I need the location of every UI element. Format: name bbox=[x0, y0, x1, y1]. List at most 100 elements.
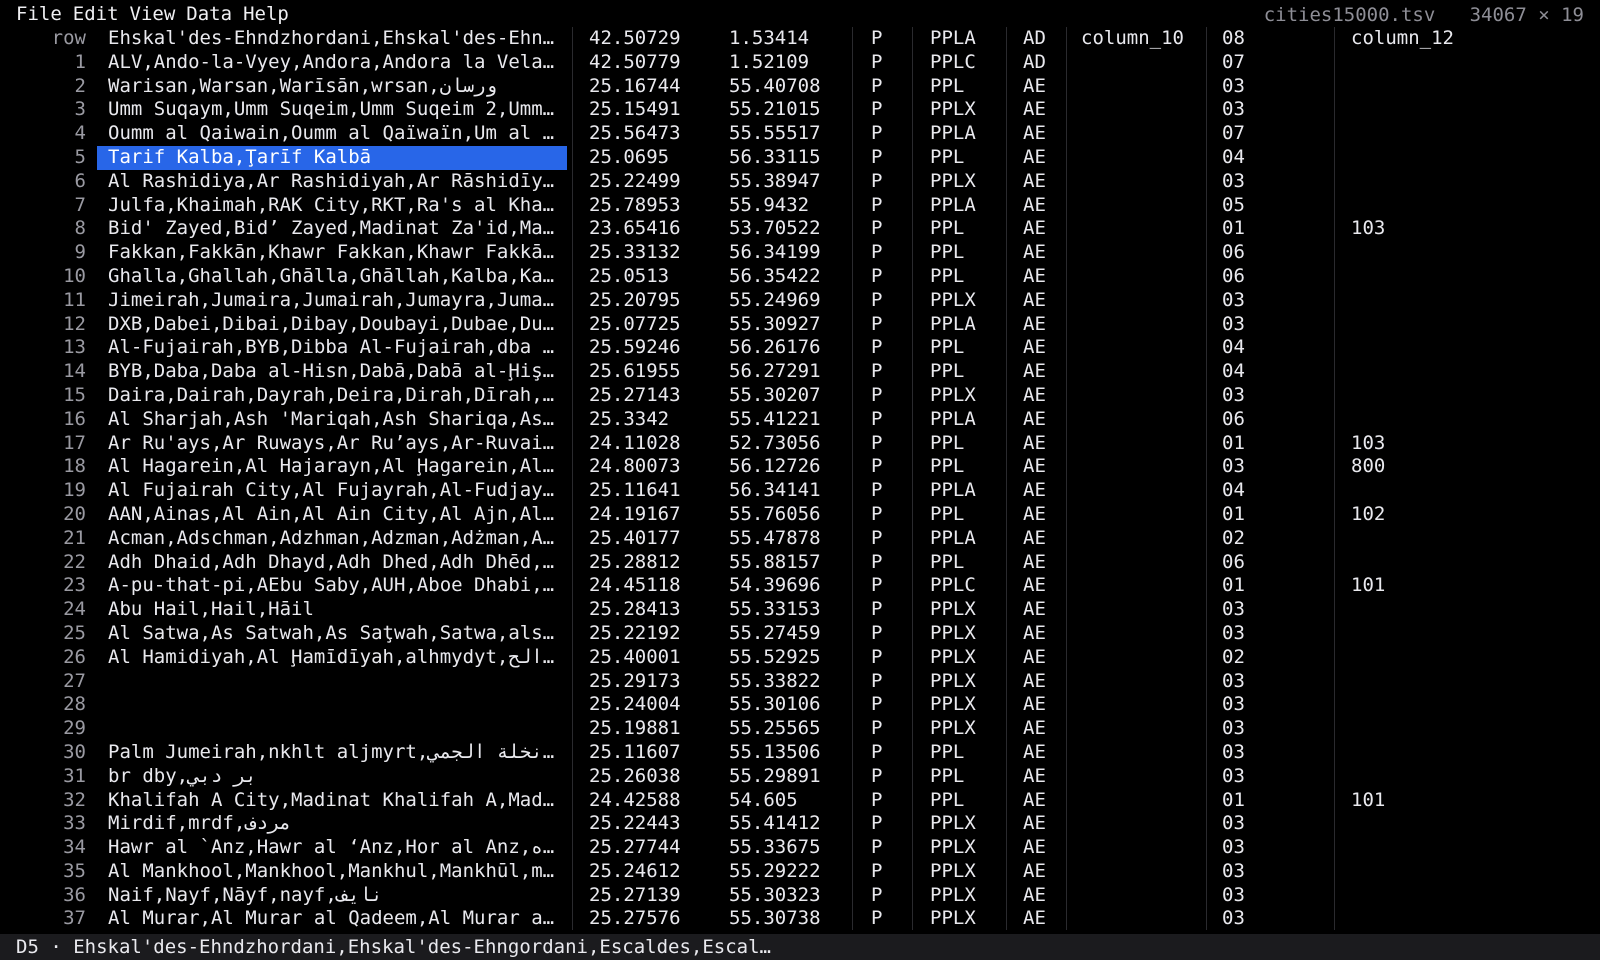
cell-code[interactable]: PPLX bbox=[930, 598, 1010, 622]
table-row[interactable]: 13 Al-Fujairah,BYB,Dibba Al-Fujairah,dba … bbox=[0, 336, 1600, 360]
cell-column-12[interactable]: 800 bbox=[1351, 455, 1471, 479]
cell-lon[interactable]: 55.29891 bbox=[729, 765, 849, 789]
cell-lat[interactable]: 24.19167 bbox=[589, 503, 709, 527]
column-header-lon[interactable]: 1.53414 bbox=[729, 27, 849, 51]
cell-class[interactable]: P bbox=[871, 265, 911, 289]
cell-name[interactable]: Naif,Nayf,Nāyf,nayf,نايف bbox=[108, 884, 568, 908]
cell-admin[interactable]: 03 bbox=[1222, 455, 1272, 479]
cell-lat[interactable]: 25.28812 bbox=[589, 551, 709, 575]
cell-code[interactable]: PPLX bbox=[930, 884, 1010, 908]
cell-class[interactable]: P bbox=[871, 622, 911, 646]
cell-class[interactable]: P bbox=[871, 408, 911, 432]
cell-name[interactable]: br dby,بر دبي bbox=[108, 765, 568, 789]
cell-lat[interactable]: 25.22192 bbox=[589, 622, 709, 646]
cell-name[interactable]: Al Satwa,As Satwah,As Saţwah,Satwa,als… bbox=[108, 622, 568, 646]
cell-admin[interactable]: 03 bbox=[1222, 717, 1272, 741]
cell-class[interactable]: P bbox=[871, 432, 911, 456]
table-row[interactable]: 20 AAN,Ainas,Al Ain,Al Ain City,Al Ajn,Al… bbox=[0, 503, 1600, 527]
cell-column-12[interactable] bbox=[1351, 51, 1471, 75]
cell-admin[interactable]: 03 bbox=[1222, 907, 1272, 931]
cell-code[interactable]: PPL bbox=[930, 789, 1010, 813]
row-index[interactable]: 26 bbox=[10, 646, 86, 670]
cell-column-12[interactable]: 101 bbox=[1351, 789, 1471, 813]
cell-admin[interactable]: 01 bbox=[1222, 503, 1272, 527]
cell-country[interactable]: AE bbox=[1023, 432, 1073, 456]
cell-name[interactable]: Al Hamidiyah,Al Ḩamīdīyah,alhmydyt,الح… bbox=[108, 646, 568, 670]
cell-code[interactable]: PPLX bbox=[930, 812, 1010, 836]
cell-admin[interactable]: 06 bbox=[1222, 265, 1272, 289]
cell-lon[interactable]: 55.33675 bbox=[729, 836, 849, 860]
cell-column-12[interactable] bbox=[1351, 884, 1471, 908]
cell-admin[interactable]: 01 bbox=[1222, 574, 1272, 598]
cell-lon[interactable]: 56.34141 bbox=[729, 479, 849, 503]
cell-class[interactable]: P bbox=[871, 384, 911, 408]
cell-class[interactable]: P bbox=[871, 51, 911, 75]
cell-lat[interactable]: 23.65416 bbox=[589, 217, 709, 241]
cell-name[interactable]: ALV,Ando-la-Vyey,Andora,Andora la Vela… bbox=[108, 51, 568, 75]
cell-country[interactable]: AE bbox=[1023, 122, 1073, 146]
row-index[interactable]: 20 bbox=[10, 503, 86, 527]
cell-lon[interactable]: 55.13506 bbox=[729, 741, 849, 765]
table-row[interactable]: 1 ALV,Ando-la-Vyey,Andora,Andora la Vela…… bbox=[0, 51, 1600, 75]
cell-name[interactable]: Palm Jumeirah,nkhlt aljmyrt,نخلة الجمي… bbox=[108, 741, 568, 765]
cell-class[interactable]: P bbox=[871, 146, 911, 170]
cell-column-12[interactable]: 103 bbox=[1351, 217, 1471, 241]
column-header-12[interactable]: column_12 bbox=[1351, 27, 1471, 51]
cell-code[interactable]: PPL bbox=[930, 75, 1010, 99]
cell-lat[interactable]: 25.19881 bbox=[589, 717, 709, 741]
cell-admin[interactable]: 04 bbox=[1222, 360, 1272, 384]
cell-lat[interactable]: 24.42588 bbox=[589, 789, 709, 813]
table-row[interactable]: 29 25.19881 55.25565 P PPLX AE 03 bbox=[0, 717, 1600, 741]
cell-name[interactable]: Jimeirah,Jumaira,Jumairah,Jumayra,Juma… bbox=[108, 289, 568, 313]
cell-column-12[interactable] bbox=[1351, 479, 1471, 503]
cell-code[interactable]: PPL bbox=[930, 765, 1010, 789]
cell-lat[interactable]: 25.59246 bbox=[589, 336, 709, 360]
row-index[interactable]: 6 bbox=[10, 170, 86, 194]
menu-edit[interactable]: Edit bbox=[73, 3, 119, 25]
cell-admin[interactable]: 03 bbox=[1222, 622, 1272, 646]
cell-column-12[interactable] bbox=[1351, 98, 1471, 122]
cell-code[interactable]: PPL bbox=[930, 432, 1010, 456]
row-index[interactable]: 22 bbox=[10, 551, 86, 575]
cell-name[interactable]: Hawr al `Anz,Hawr al ‘Anz,Hor al Anz,ه… bbox=[108, 836, 568, 860]
cell-column-12[interactable] bbox=[1351, 907, 1471, 931]
cell-admin[interactable]: 05 bbox=[1222, 194, 1272, 218]
cell-code[interactable]: PPL bbox=[930, 265, 1010, 289]
cell-code[interactable]: PPLA bbox=[930, 122, 1010, 146]
cell-country[interactable]: AE bbox=[1023, 741, 1073, 765]
cell-name[interactable]: Adh Dhaid,Adh Dhayd,Adh Dhed,Adh Dhēd,… bbox=[108, 551, 568, 575]
cell-code[interactable]: PPL bbox=[930, 455, 1010, 479]
row-index[interactable]: 9 bbox=[10, 241, 86, 265]
row-index[interactable]: 10 bbox=[10, 265, 86, 289]
cell-admin[interactable]: 03 bbox=[1222, 170, 1272, 194]
cell-column-12[interactable] bbox=[1351, 336, 1471, 360]
cell-name[interactable]: Fakkan,Fakkān,Khawr Fakkan,Khawr Fakkā… bbox=[108, 241, 568, 265]
cell-lon[interactable]: 55.30738 bbox=[729, 907, 849, 931]
cell-name[interactable]: Ghalla,Ghallah,Ghālla,Ghāllah,Kalba,Ka… bbox=[108, 265, 568, 289]
cell-country[interactable]: AE bbox=[1023, 789, 1073, 813]
cell-class[interactable]: P bbox=[871, 313, 911, 337]
cell-lon[interactable]: 55.30207 bbox=[729, 384, 849, 408]
row-index[interactable]: 31 bbox=[10, 765, 86, 789]
row-index[interactable]: 25 bbox=[10, 622, 86, 646]
table-row[interactable]: 23 A-pu-that-pi,AEbu Saby,AUH,Aboe Dhabi,… bbox=[0, 574, 1600, 598]
cell-lat[interactable]: 25.0695 bbox=[589, 146, 709, 170]
cell-country[interactable]: AE bbox=[1023, 336, 1073, 360]
cell-lat[interactable]: 25.20795 bbox=[589, 289, 709, 313]
cell-lat[interactable]: 25.27744 bbox=[589, 836, 709, 860]
row-index[interactable]: 21 bbox=[10, 527, 86, 551]
row-index[interactable]: 35 bbox=[10, 860, 86, 884]
cell-name[interactable]: Al Murar,Al Murar al Qadeem,Al Murar a… bbox=[108, 907, 568, 931]
cell-lon[interactable]: 55.21015 bbox=[729, 98, 849, 122]
table-row[interactable]: 32 Khalifah A City,Madinat Khalifah A,Mad… bbox=[0, 789, 1600, 813]
cell-class[interactable]: P bbox=[871, 122, 911, 146]
row-index[interactable]: 16 bbox=[10, 408, 86, 432]
cell-admin[interactable]: 03 bbox=[1222, 670, 1272, 694]
cell-admin[interactable]: 03 bbox=[1222, 384, 1272, 408]
cell-country[interactable]: AE bbox=[1023, 146, 1073, 170]
cell-country[interactable]: AE bbox=[1023, 551, 1073, 575]
cell-lon[interactable]: 55.24969 bbox=[729, 289, 849, 313]
cell-lon[interactable]: 55.33153 bbox=[729, 598, 849, 622]
row-index[interactable]: 1 bbox=[10, 51, 86, 75]
cell-lon[interactable]: 56.27291 bbox=[729, 360, 849, 384]
